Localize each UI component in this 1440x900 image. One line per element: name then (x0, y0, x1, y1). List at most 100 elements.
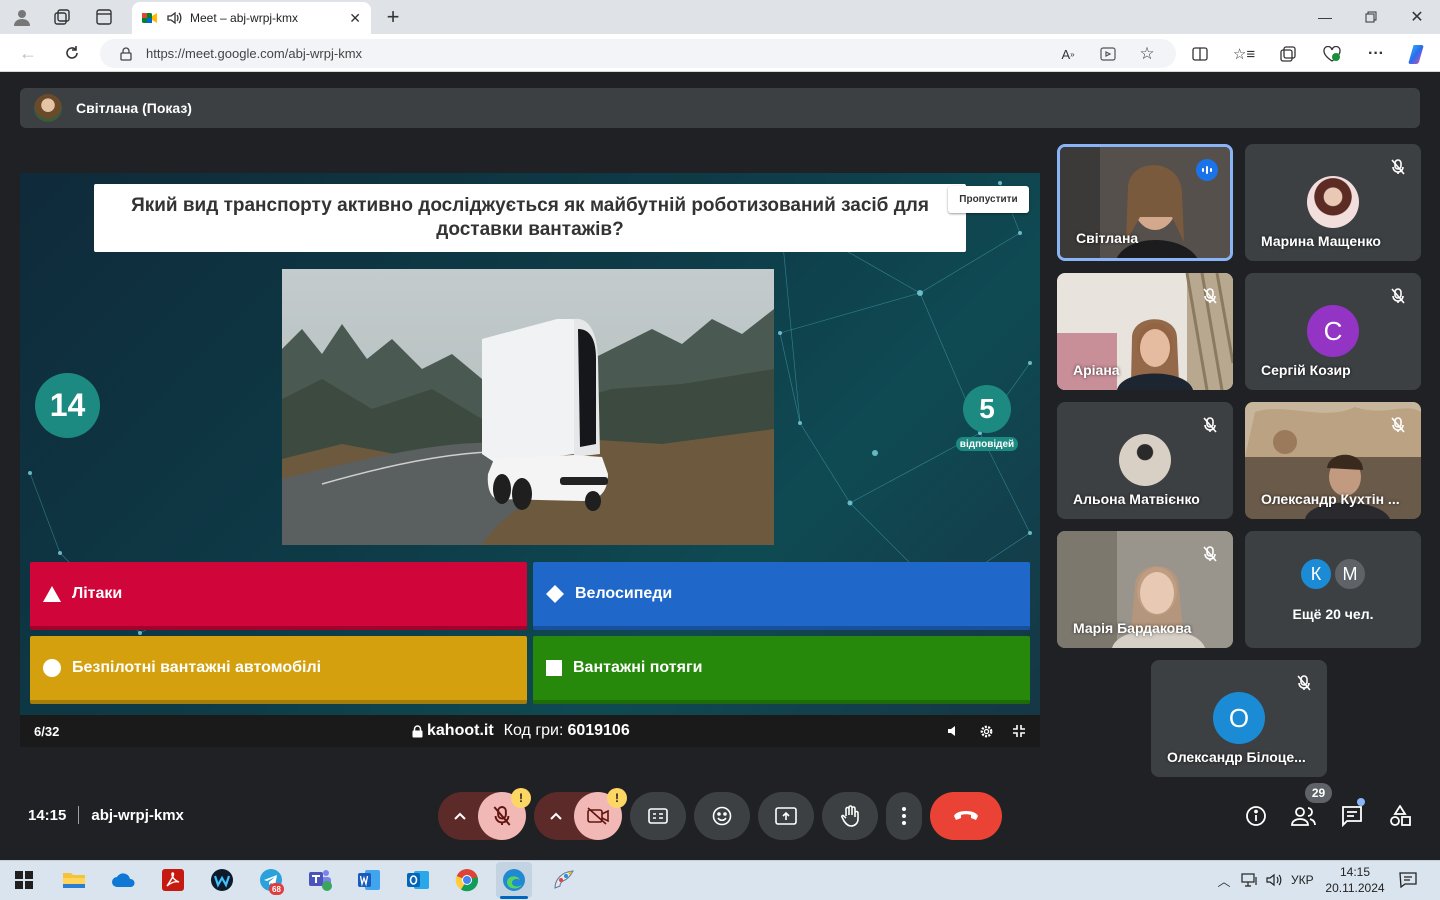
favorite-star-icon[interactable]: ☆ (1137, 44, 1157, 64)
chrome-icon[interactable] (449, 862, 485, 898)
presenter-bar: Світлана (Показ) (20, 88, 1420, 128)
kahoot-site: kahoot.it (427, 722, 494, 739)
more-avatar-1: К (1299, 557, 1333, 591)
mic-off-icon (1387, 414, 1409, 436)
minimize-icon[interactable]: — (1314, 6, 1336, 28)
volume-icon[interactable] (946, 724, 960, 738)
split-screen-icon[interactable] (1190, 44, 1210, 64)
activities-icon[interactable] (1387, 803, 1413, 829)
read-aloud-icon[interactable]: A» (1058, 44, 1078, 64)
more-participants-tile[interactable]: К М Ещё 20 чел. (1245, 531, 1421, 648)
mic-off-icon (493, 805, 511, 827)
close-tab-icon[interactable]: ✕ (349, 10, 361, 27)
answer-option-2: Велосипеди (533, 562, 1030, 630)
reactions-button[interactable] (694, 792, 750, 840)
chat-icon[interactable] (1339, 803, 1365, 829)
participant-name: Марія Бардакова (1073, 620, 1192, 636)
mic-off-icon (1387, 156, 1409, 178)
system-clock[interactable]: 14:15 20.11.2024 (1324, 864, 1386, 896)
participant-tile[interactable]: С Сергій Козир (1245, 273, 1421, 390)
camera-options-chevron-icon[interactable] (534, 812, 578, 820)
more-participants-label: Ещё 20 чел. (1292, 606, 1374, 622)
workspaces-icon[interactable] (50, 6, 74, 28)
answer-option-3: Безпілотні вантажні автомобілі (30, 636, 527, 704)
webex-icon[interactable] (204, 862, 240, 898)
exit-fullscreen-icon[interactable] (1012, 724, 1026, 738)
participant-name: Олександр Кухтін ... (1261, 491, 1400, 507)
participant-tile[interactable]: Альона Матвієнко (1057, 402, 1233, 519)
more-menu-icon[interactable]: ··· (1366, 44, 1386, 64)
kahoot-bottom-bar: 6/32 kahoot.it Код гри: 6019106 (20, 715, 1040, 747)
word-icon[interactable] (351, 862, 387, 898)
favorites-icon[interactable]: ☆≡ (1233, 44, 1255, 64)
leave-call-button[interactable] (930, 792, 1002, 840)
notifications-icon[interactable] (1398, 870, 1418, 890)
url-text[interactable]: https://meet.google.com/abj-wrpj-kmx (146, 46, 362, 61)
tab-meet[interactable]: Meet – abj-wrpj-kmx ✕ (132, 2, 371, 34)
audio-playing-icon[interactable] (166, 11, 182, 25)
mic-warning-icon: ! (511, 788, 531, 808)
meeting-info-icon[interactable] (1243, 803, 1269, 829)
participant-tile[interactable]: Марія Бардакова (1057, 531, 1233, 648)
game-code-value: 6019106 (567, 722, 630, 739)
network-icon[interactable] (1240, 872, 1260, 888)
mic-off-icon (1199, 414, 1221, 436)
meeting-code[interactable]: abj-wrpj-kmx (91, 807, 184, 824)
url-bar[interactable]: https://meet.google.com/abj-wrpj-kmx (100, 39, 1176, 68)
captions-button[interactable] (630, 792, 686, 840)
participant-name: Марина Мащенко (1261, 233, 1381, 249)
profile-icon[interactable] (10, 6, 34, 28)
acrobat-icon[interactable] (155, 862, 191, 898)
edge-icon[interactable] (496, 862, 532, 898)
restore-icon[interactable] (1360, 6, 1382, 28)
active-app-indicator (500, 896, 528, 899)
divider (78, 806, 80, 824)
answer-label: Велосипеди (575, 585, 673, 602)
onedrive-icon[interactable] (106, 862, 142, 898)
square-icon (545, 659, 563, 677)
lock-icon[interactable] (116, 44, 136, 64)
file-explorer-icon[interactable] (56, 862, 92, 898)
participant-tile[interactable]: Олександр Кухтін ... (1245, 402, 1421, 519)
present-screen-button[interactable] (758, 792, 814, 840)
people-icon[interactable] (1290, 803, 1318, 829)
hand-icon (841, 805, 859, 827)
mic-off-icon (1199, 543, 1221, 565)
outlook-icon[interactable] (400, 862, 436, 898)
tab-actions-icon[interactable] (92, 6, 116, 28)
copilot-icon[interactable] (1406, 42, 1430, 66)
audio-options-chevron-icon[interactable] (438, 812, 482, 820)
answers-label: відповідей (956, 437, 1018, 451)
volume-tray-icon[interactable] (1264, 872, 1284, 888)
participant-tile[interactable]: О Олександр Білоце... (1151, 660, 1327, 777)
mic-off-icon (1199, 285, 1221, 307)
show-hidden-icons-chevron-icon[interactable]: ︿ (1216, 872, 1232, 889)
participant-tile[interactable]: Марина Мащенко (1245, 144, 1421, 261)
answer-option-4: Вантажні потяги (533, 636, 1030, 704)
answer-option-1: Літаки (30, 562, 527, 630)
paint-icon[interactable] (546, 862, 582, 898)
circle-icon (42, 658, 62, 678)
tab-title: Meet – abj-wrpj-kmx (190, 11, 299, 25)
refresh-icon[interactable] (60, 42, 84, 64)
back-icon[interactable]: ← (16, 42, 40, 64)
browser-essentials-icon[interactable] (1322, 44, 1342, 64)
settings-gear-icon[interactable] (979, 724, 994, 739)
skip-button[interactable]: Пропустити (948, 186, 1029, 213)
question-image (282, 269, 774, 545)
close-window-icon[interactable]: ✕ (1406, 6, 1428, 28)
camera-off-icon (587, 807, 609, 825)
raise-hand-button[interactable] (822, 792, 878, 840)
meeting-details: 14:15 abj-wrpj-kmx (28, 806, 184, 824)
participant-tile[interactable]: Аріана (1057, 273, 1233, 390)
app-available-icon[interactable] (1098, 44, 1118, 64)
start-icon[interactable] (6, 862, 42, 898)
collections-icon[interactable] (1278, 44, 1298, 64)
teams-icon[interactable] (302, 862, 338, 898)
participant-tile[interactable]: Світлана (1057, 144, 1233, 261)
more-options-button[interactable] (886, 792, 922, 840)
input-language[interactable]: УКР (1291, 873, 1314, 887)
clock-date: 20.11.2024 (1325, 881, 1385, 895)
more-avatar-2: М (1333, 557, 1367, 591)
new-tab-icon[interactable]: + (382, 4, 404, 29)
